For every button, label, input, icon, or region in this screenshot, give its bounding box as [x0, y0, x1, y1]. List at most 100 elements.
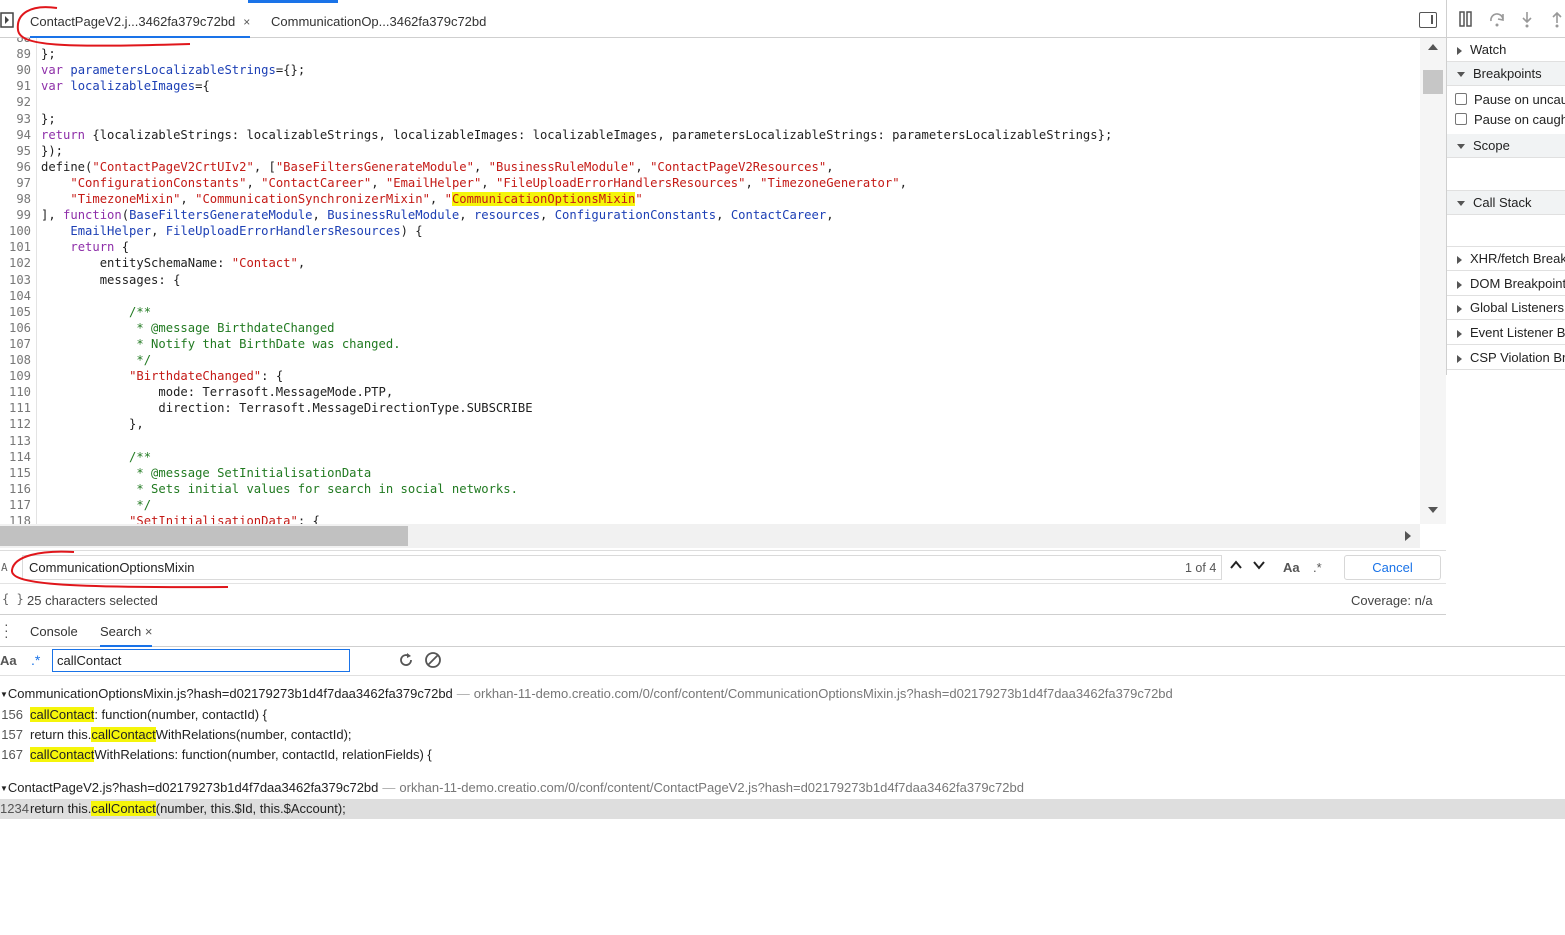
- line-number[interactable]: 102: [0, 255, 31, 271]
- pause-caught-checkbox[interactable]: Pause on caught exceptions: [1455, 112, 1565, 127]
- line-number[interactable]: 93: [0, 111, 31, 127]
- code-line[interactable]: 107 * Notify that BirthDate was changed.: [0, 336, 401, 352]
- code-line[interactable]: 88: [0, 38, 31, 46]
- code-line[interactable]: 103 messages: {: [0, 272, 180, 288]
- code-line[interactable]: 117 */: [0, 497, 151, 513]
- pane-csp-violation-breakpoints[interactable]: CSP Violation Breakpoints: [1447, 346, 1565, 370]
- code-line[interactable]: 115 * @message SetInitialisationData: [0, 465, 371, 481]
- find-previous-button[interactable]: [1226, 556, 1246, 578]
- checkbox[interactable]: [1455, 93, 1467, 105]
- line-number[interactable]: 94: [0, 127, 31, 143]
- pretty-print-icon[interactable]: { }: [2, 592, 24, 606]
- code-line[interactable]: 98 "TimezoneMixin", "CommunicationSynchr…: [0, 191, 643, 207]
- pane-xhr-breakpoints[interactable]: XHR/fetch Breakpoints: [1447, 247, 1565, 271]
- find-next-button[interactable]: [1249, 556, 1269, 578]
- tab-console[interactable]: Console: [30, 624, 78, 639]
- code-line[interactable]: 104: [0, 288, 31, 304]
- line-number[interactable]: 104: [0, 288, 31, 304]
- line-number[interactable]: 112: [0, 416, 31, 432]
- code-line[interactable]: 95});: [0, 143, 63, 159]
- code-line[interactable]: 97 "ConfigurationConstants", "ContactCar…: [0, 175, 907, 191]
- code-line[interactable]: 105 /**: [0, 304, 151, 320]
- scroll-thumb[interactable]: [1423, 70, 1443, 94]
- code-line[interactable]: 89};: [0, 46, 55, 62]
- pane-watch[interactable]: Watch: [1447, 38, 1565, 62]
- search-input[interactable]: [52, 649, 350, 672]
- tab-contactpagev2[interactable]: ContactPageV2.j...3462fa379c72bd ×: [30, 14, 251, 38]
- more-tools-icon[interactable]: · · ·: [4, 617, 9, 643]
- step-into-icon[interactable]: [1521, 11, 1533, 29]
- line-number[interactable]: 109: [0, 368, 31, 384]
- code-line[interactable]: 111 direction: Terrasoft.MessageDirectio…: [0, 400, 533, 416]
- pane-dom-breakpoints[interactable]: DOM Breakpoints: [1447, 272, 1565, 296]
- expand-triangle-icon[interactable]: ▼: [0, 784, 8, 793]
- line-number[interactable]: 116: [0, 481, 31, 497]
- pane-scope[interactable]: Scope: [1447, 134, 1565, 158]
- close-icon[interactable]: ×: [243, 15, 250, 29]
- code-line[interactable]: 94 return {localizableStrings: localizabl…: [0, 127, 1112, 143]
- code-line[interactable]: 93};: [0, 111, 55, 127]
- result-line[interactable]: 1234return this.callContact(number, this…: [0, 799, 1565, 819]
- step-over-icon[interactable]: [1489, 11, 1505, 27]
- result-line[interactable]: 157 return this.callContactWithRelations(…: [0, 725, 1565, 745]
- tab-search[interactable]: Search ×: [100, 624, 153, 647]
- code-line[interactable]: 106 * @message BirthdateChanged: [0, 320, 335, 336]
- navigator-toggle-icon[interactable]: [0, 12, 14, 28]
- expand-triangle-icon[interactable]: ▼: [0, 690, 8, 699]
- result-file-header[interactable]: ▼CommunicationOptionsMixin.js?hash=d0217…: [0, 686, 1173, 704]
- result-file-header[interactable]: ▼ContactPageV2.js?hash=d02179273b1d4f7da…: [0, 780, 1024, 798]
- line-number[interactable]: 92: [0, 94, 31, 110]
- regex-toggle[interactable]: .*: [31, 652, 40, 668]
- result-line[interactable]: 167 callContactWithRelations: function(nu…: [0, 745, 1565, 765]
- scroll-down-icon[interactable]: [1428, 507, 1438, 513]
- find-input[interactable]: [22, 555, 1222, 580]
- checkbox[interactable]: [1455, 113, 1467, 125]
- pane-event-listener-breakpoints[interactable]: Event Listener Breakpoints: [1447, 321, 1565, 345]
- find-cancel-button[interactable]: Cancel: [1344, 555, 1441, 580]
- code-line[interactable]: 99], function(BaseFiltersGenerateModule,…: [0, 207, 833, 223]
- line-number[interactable]: 99: [0, 207, 31, 223]
- replace-toggle-icon[interactable]: A: [1, 559, 13, 575]
- line-number[interactable]: 96: [0, 159, 31, 175]
- pane-breakpoints[interactable]: Breakpoints: [1447, 62, 1565, 86]
- code-line[interactable]: 90 var parametersLocalizableStrings={};: [0, 62, 305, 78]
- pane-call-stack[interactable]: Call Stack: [1447, 191, 1565, 215]
- line-number[interactable]: 103: [0, 272, 31, 288]
- scroll-up-icon[interactable]: [1428, 44, 1438, 50]
- step-out-icon[interactable]: [1551, 11, 1563, 29]
- code-line[interactable]: 108 */: [0, 352, 151, 368]
- code-line[interactable]: 100 EmailHelper, FileUploadErrorHandlers…: [0, 223, 423, 239]
- match-case-toggle[interactable]: Aa: [1283, 560, 1300, 575]
- code-line[interactable]: 113: [0, 433, 31, 449]
- line-number[interactable]: 97: [0, 175, 31, 191]
- tab-communicationoptions[interactable]: CommunicationOp...3462fa379c72bd: [271, 14, 486, 38]
- code-editor[interactable]: 88 89}; 90 var parametersLocalizableStrings…: [0, 38, 1420, 524]
- line-number[interactable]: 101: [0, 239, 31, 255]
- code-line[interactable]: 112 },: [0, 416, 144, 432]
- line-number[interactable]: 117: [0, 497, 31, 513]
- line-number[interactable]: 108: [0, 352, 31, 368]
- result-line[interactable]: 156 callContact: function(number, contact…: [0, 705, 1565, 725]
- line-number[interactable]: 88: [0, 38, 31, 46]
- close-icon[interactable]: ×: [145, 624, 153, 639]
- line-number[interactable]: 91: [0, 78, 31, 94]
- code-line[interactable]: 96 define("ContactPageV2CrtUIv2", ["BaseF…: [0, 159, 833, 175]
- line-number[interactable]: 110: [0, 384, 31, 400]
- code-line[interactable]: 109 "BirthdateChanged": {: [0, 368, 283, 384]
- line-number[interactable]: 107: [0, 336, 31, 352]
- code-line[interactable]: 116 * Sets initial values for search in …: [0, 481, 518, 497]
- code-line[interactable]: 91 var localizableImages={: [0, 78, 209, 94]
- line-number[interactable]: 98: [0, 191, 31, 207]
- line-number[interactable]: 113: [0, 433, 31, 449]
- match-case-toggle[interactable]: Aa: [0, 653, 17, 668]
- code-line[interactable]: 102 entitySchemaName: "Contact",: [0, 255, 305, 271]
- line-number[interactable]: 106: [0, 320, 31, 336]
- pause-icon[interactable]: [1459, 11, 1473, 27]
- line-number[interactable]: 105: [0, 304, 31, 320]
- line-number[interactable]: 89: [0, 46, 31, 62]
- pause-uncaught-checkbox[interactable]: Pause on uncaught exceptions: [1455, 92, 1565, 107]
- regex-toggle[interactable]: .*: [1313, 560, 1322, 575]
- code-line[interactable]: 101 return {: [0, 239, 129, 255]
- clear-icon[interactable]: [424, 651, 442, 669]
- scroll-right-icon[interactable]: [1405, 531, 1411, 541]
